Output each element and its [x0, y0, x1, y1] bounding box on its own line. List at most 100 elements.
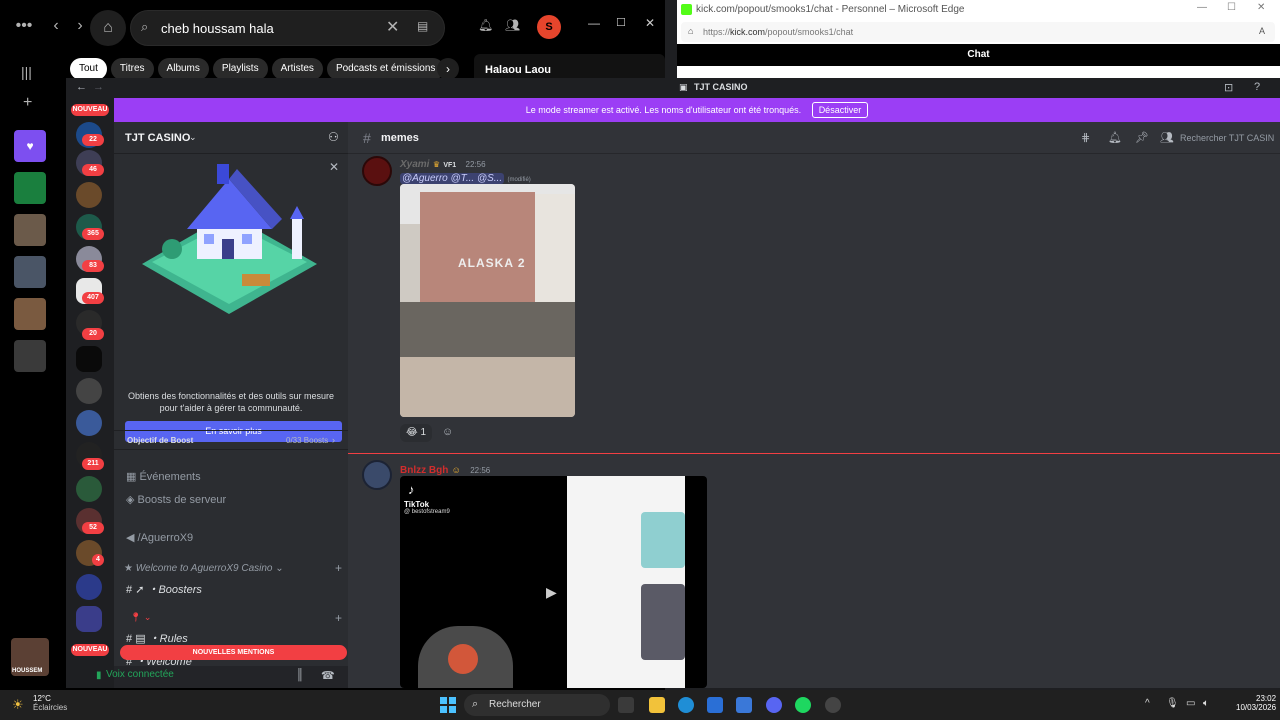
- server-icon[interactable]: [76, 182, 102, 208]
- chip-albums[interactable]: Albums: [157, 58, 209, 80]
- browse-icon[interactable]: ▤: [417, 19, 428, 33]
- server-icon[interactable]: [76, 476, 102, 502]
- minimize-icon[interactable]: —: [1197, 2, 1207, 13]
- minimize-icon[interactable]: —: [588, 16, 600, 30]
- file-explorer-icon[interactable]: [649, 697, 665, 713]
- taskbar-search[interactable]: ⌕ Rechercher: [464, 694, 610, 716]
- close-icon[interactable]: ✕: [645, 16, 655, 30]
- network-icon[interactable]: ▭: [1186, 698, 1195, 709]
- avatar[interactable]: [362, 460, 392, 490]
- attached-image[interactable]: ALASKA 2: [400, 184, 575, 417]
- library-item[interactable]: [14, 214, 46, 246]
- library-item[interactable]: [14, 298, 46, 330]
- search-input[interactable]: ⌕ cheb houssam hala ✕ ▤: [130, 10, 445, 46]
- bell-icon[interactable]: 🔔︎: [1108, 131, 1122, 144]
- chevron-up-icon[interactable]: ^: [1145, 698, 1150, 709]
- maximize-icon[interactable]: ☐: [616, 16, 626, 29]
- url-domain: kick.com: [730, 27, 766, 37]
- date: 10/03/2026: [1236, 703, 1277, 712]
- house-illustration: [142, 164, 317, 314]
- members-icon[interactable]: 👥︎: [1160, 131, 1174, 144]
- unread-badge: 20: [82, 328, 104, 340]
- hash-icon: #: [363, 130, 371, 146]
- discord-icon[interactable]: [766, 697, 782, 713]
- streamer-head: [448, 644, 478, 674]
- author-name[interactable]: Xyami: [400, 159, 429, 170]
- channel-rules[interactable]: # ▤ ・Rules: [126, 630, 188, 646]
- library-item[interactable]: [14, 340, 46, 372]
- store-icon[interactable]: [707, 697, 723, 713]
- inbox-icon[interactable]: ⊡: [1224, 81, 1233, 94]
- threads-icon[interactable]: ⋕: [1081, 131, 1090, 144]
- bell-icon[interactable]: 🔔︎: [478, 18, 493, 32]
- add-channel-icon[interactable]: +: [335, 611, 342, 625]
- disconnect-icon[interactable]: ☎: [321, 669, 335, 682]
- guild-header[interactable]: TJT CASINO ⌄ ⚇: [114, 122, 348, 154]
- disable-streamer-button[interactable]: Désactiver: [811, 102, 869, 118]
- avatar[interactable]: S: [537, 15, 561, 39]
- clock[interactable]: 23:02 10/03/2026: [1236, 694, 1276, 712]
- new-mentions-bar[interactable]: NOUVELLES MENTIONS: [120, 645, 347, 660]
- channel-events[interactable]: ▦ Événements: [126, 470, 201, 483]
- chip-titres[interactable]: Titres: [110, 58, 154, 80]
- streamer-mode-banner: Le mode streamer est activé. Les noms d'…: [114, 98, 1280, 122]
- building-facade: [420, 192, 535, 302]
- read-aloud-icon[interactable]: A: [1259, 26, 1265, 36]
- mail-icon[interactable]: [736, 697, 752, 713]
- pin-icon[interactable]: 📌︎: [1135, 131, 1149, 144]
- address-bar[interactable]: ⌂ https://kick.com/popout/smooks1/chat A: [681, 22, 1275, 42]
- library-icon[interactable]: |||: [21, 64, 32, 80]
- channel-boosters[interactable]: # ➚ ・Boosters: [126, 581, 202, 597]
- forward-icon[interactable]: →: [93, 81, 104, 93]
- category-label: Welcome to AguerroX9 Casino: [135, 563, 273, 574]
- user-mentions[interactable]: @Aguerro @T... @S...: [400, 173, 505, 184]
- avatar[interactable]: [362, 156, 392, 186]
- mic-icon[interactable]: 🎙︎: [1166, 698, 1179, 709]
- back-icon[interactable]: ←: [76, 81, 87, 93]
- app-icon[interactable]: [825, 697, 841, 713]
- waveform-icon[interactable]: ║: [296, 669, 304, 681]
- sidewalk: [400, 357, 575, 417]
- library-item[interactable]: [14, 256, 46, 288]
- clear-icon[interactable]: ✕: [386, 17, 399, 37]
- search-input[interactable]: Rechercher TJT CASIN: [1180, 133, 1274, 143]
- add-reaction-icon[interactable]: ☺: [442, 426, 453, 438]
- channel-aguerro[interactable]: ◀︎ /AguerroX9: [126, 531, 193, 544]
- edge-icon[interactable]: [678, 697, 694, 713]
- more-icon[interactable]: •••: [8, 10, 40, 42]
- category-welcome[interactable]: ★ Welcome to AguerroX9 Casino ⌄: [124, 563, 324, 574]
- close-icon[interactable]: ✕: [1257, 2, 1265, 13]
- close-icon[interactable]: ✕: [329, 160, 339, 174]
- panel-title: Halaou Laou: [485, 64, 552, 76]
- reaction-button[interactable]: 😂 1: [400, 424, 433, 442]
- chips-next-icon[interactable]: ›: [437, 58, 459, 80]
- folder-icon[interactable]: [76, 606, 102, 632]
- play-icon[interactable]: ▶: [546, 584, 557, 601]
- spotify-icon[interactable]: [795, 697, 811, 713]
- boost-goal[interactable]: Objectif de Boost 0/33 Boosts ›: [114, 430, 348, 450]
- volume-icon[interactable]: 🔈︎: [1203, 698, 1209, 709]
- library-item[interactable]: [14, 172, 46, 204]
- help-icon[interactable]: ?: [1254, 81, 1260, 93]
- chip-artistes[interactable]: Artistes: [271, 58, 323, 80]
- weather-widget[interactable]: 12°C Éclaircies: [33, 694, 67, 712]
- liked-songs-icon[interactable]: ♥: [14, 130, 46, 162]
- channel-boosts[interactable]: ◈ Boosts de serveur: [126, 493, 226, 506]
- server-icon[interactable]: [76, 574, 102, 600]
- add-channel-icon[interactable]: +: [335, 561, 342, 575]
- friends-icon[interactable]: 👥︎: [505, 18, 520, 32]
- add-icon[interactable]: +: [23, 94, 32, 112]
- server-icon[interactable]: [76, 410, 102, 436]
- server-icon[interactable]: [76, 378, 102, 404]
- author-name[interactable]: Bnlzz Bgh: [400, 465, 448, 476]
- maximize-icon[interactable]: ☐: [1227, 2, 1236, 13]
- chip-podcasts[interactable]: Podcasts et émissions: [326, 58, 445, 80]
- chip-playlists[interactable]: Playlists: [212, 58, 268, 80]
- chip-tout[interactable]: Tout: [70, 58, 107, 80]
- video-embed[interactable]: ♪ TikTok @ bestofstream9 ▶: [400, 476, 707, 688]
- add-member-icon[interactable]: ⚇: [328, 130, 339, 144]
- task-view-icon[interactable]: [618, 697, 634, 713]
- server-icon[interactable]: [76, 346, 102, 372]
- start-icon[interactable]: [440, 697, 456, 713]
- home-icon[interactable]: ⌂: [90, 10, 126, 46]
